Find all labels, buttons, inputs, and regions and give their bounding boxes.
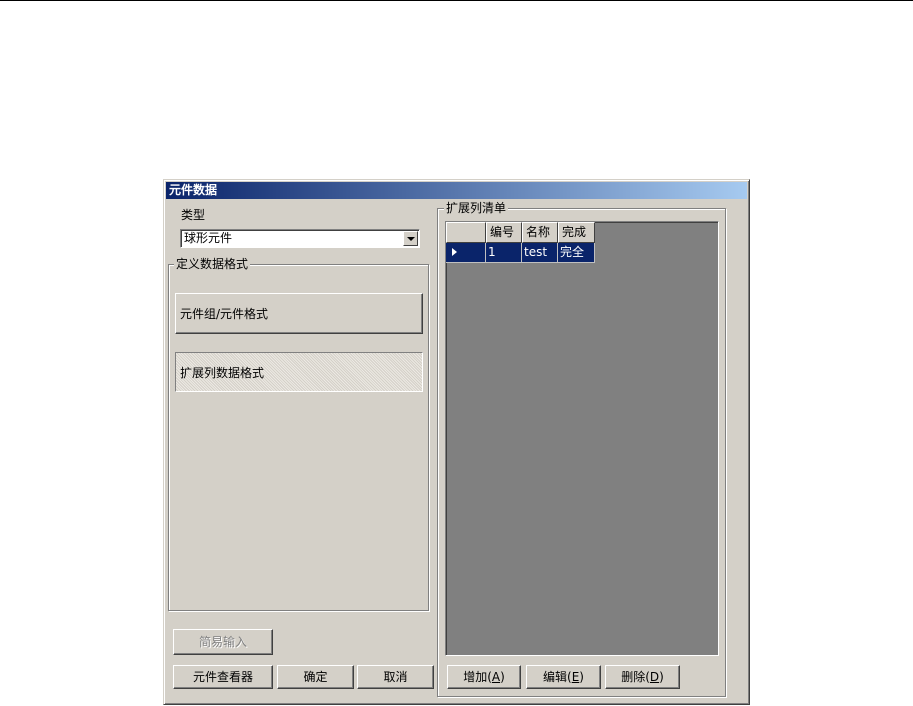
dialog-title: 元件数据 [166, 182, 747, 199]
extended-column-format-label: 扩展列数据格式 [180, 365, 265, 380]
chevron-down-icon [407, 237, 415, 241]
delete-button-accel: D [649, 670, 660, 684]
row-pointer-icon [452, 248, 457, 256]
edit-button-label: 编辑( [543, 670, 572, 684]
extended-column-grid[interactable]: 编号 名称 完成 1 test 完全 [445, 221, 719, 656]
component-group-format-label: 元件组/元件格式 [180, 307, 269, 321]
ok-button[interactable]: 确定 [277, 665, 354, 689]
extended-column-list-title: 扩展列清单 [444, 201, 509, 215]
delete-button-label: 删除( [621, 670, 650, 684]
type-combobox-value: 球形元件 [184, 231, 233, 245]
edit-button-label-end: ) [579, 670, 584, 684]
component-data-dialog: 元件数据 类型 球形元件 定义数据格式 元件组/元件格式 扩展列数据格式 简易输… [163, 179, 750, 705]
extended-column-format-button[interactable]: 扩展列数据格式 [175, 352, 423, 392]
column-header-id[interactable]: 编号 [486, 222, 522, 243]
top-border-line [0, 0, 913, 1]
add-button-label: 增加( [463, 670, 492, 684]
simple-input-button[interactable]: 简易输入 [173, 629, 273, 655]
column-header-name[interactable]: 名称 [522, 222, 558, 243]
row-id-cell[interactable]: 1 [486, 243, 522, 263]
delete-button-label-end: ) [659, 670, 664, 684]
edit-button[interactable]: 编辑(E) [526, 665, 601, 689]
add-button[interactable]: 增加(A) [447, 665, 521, 689]
add-button-label-end: ) [500, 670, 505, 684]
delete-button[interactable]: 删除(D) [605, 665, 680, 689]
column-header-status[interactable]: 完成 [558, 222, 595, 243]
define-format-group-title: 定义数据格式 [174, 257, 251, 271]
add-button-accel: A [491, 670, 501, 684]
row-name-cell[interactable]: test [522, 243, 558, 263]
type-label: 类型 [181, 208, 206, 222]
type-combobox[interactable]: 球形元件 [180, 229, 420, 248]
component-viewer-button[interactable]: 元件查看器 [173, 665, 273, 689]
row-indicator-cell[interactable] [446, 243, 486, 263]
component-group-format-button[interactable]: 元件组/元件格式 [175, 293, 423, 334]
cancel-button[interactable]: 取消 [357, 665, 434, 689]
row-status-cell[interactable]: 完全 [558, 243, 595, 263]
grid-corner-header [446, 222, 486, 243]
combobox-dropdown-button[interactable] [403, 231, 418, 246]
